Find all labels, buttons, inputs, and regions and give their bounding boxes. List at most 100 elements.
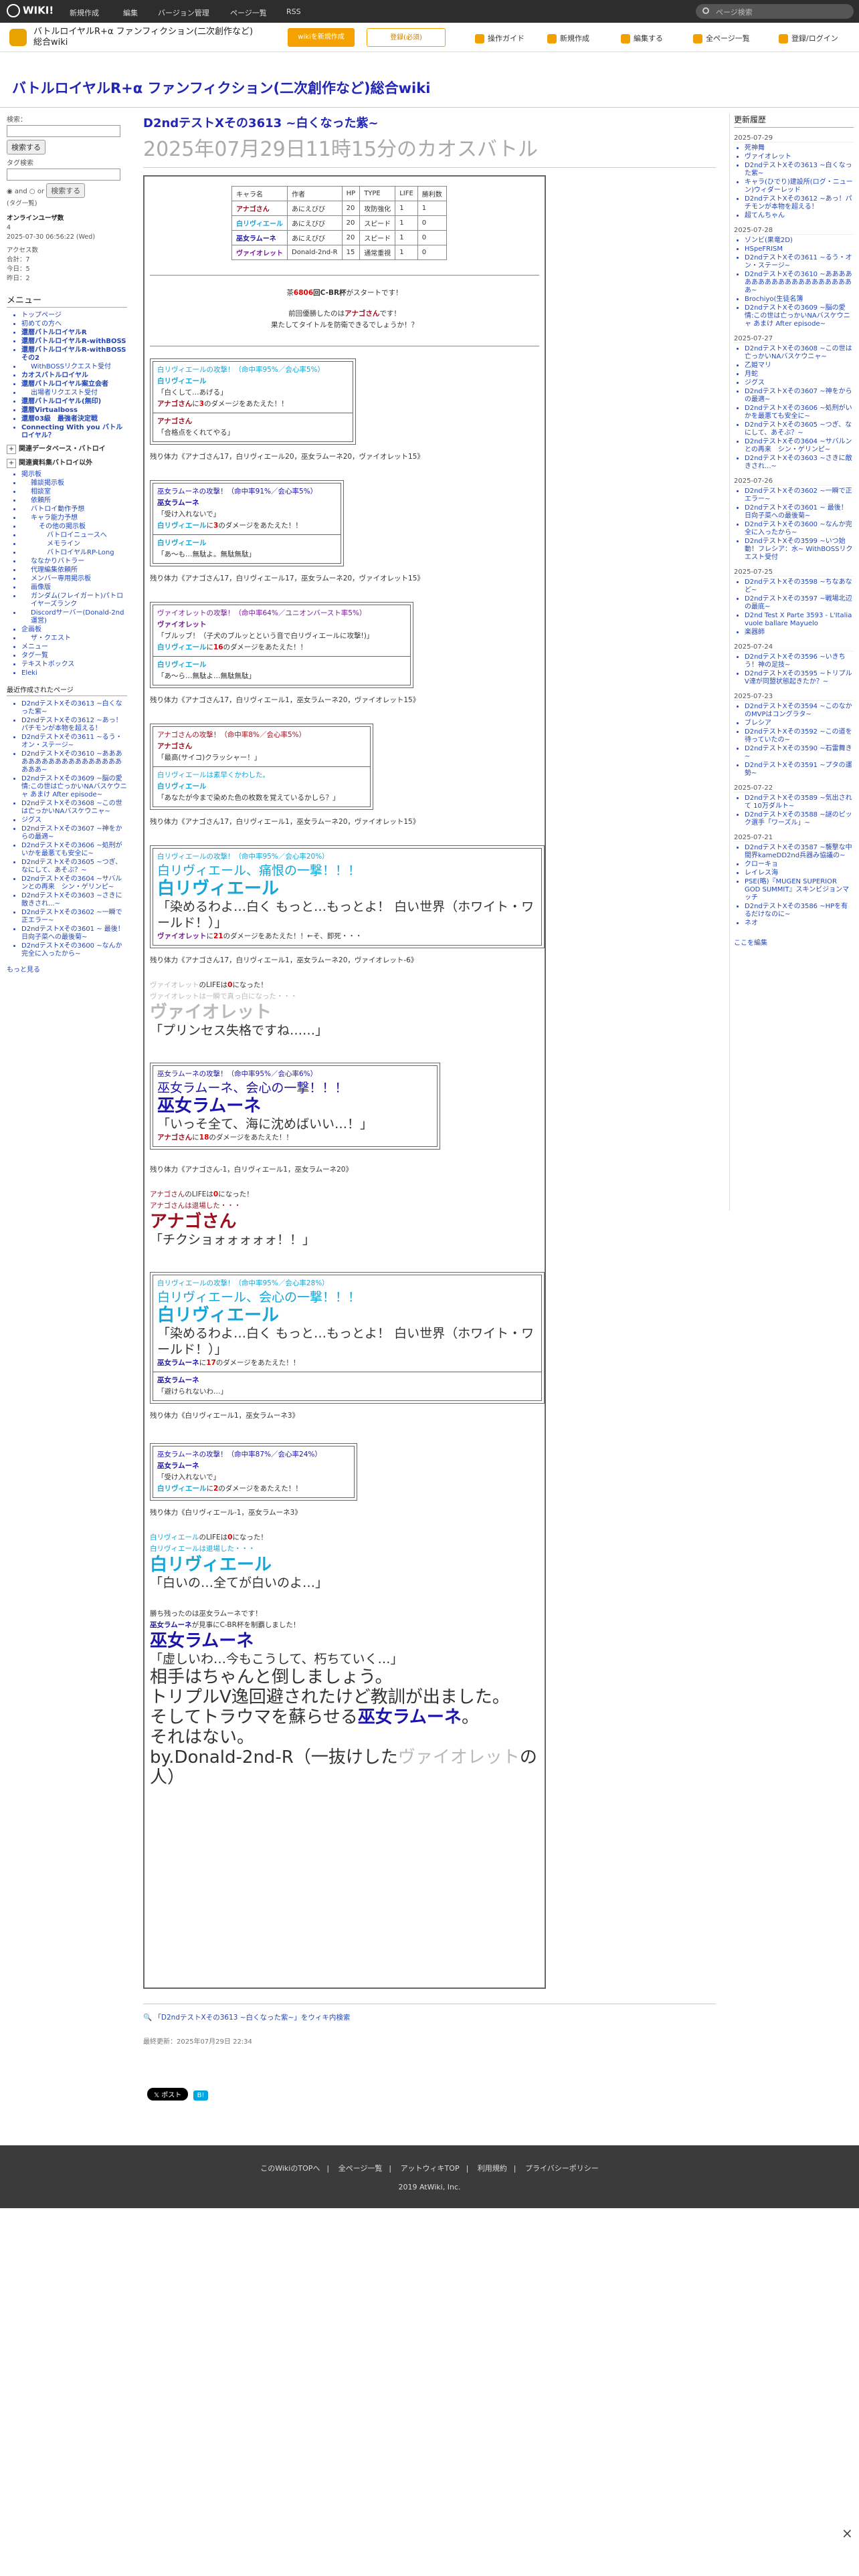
sidebar-menu-item[interactable]: 相談室 — [21, 488, 127, 496]
atwiki-logo[interactable]: WIKI! — [7, 4, 54, 17]
recent-page-link[interactable]: D2ndテストXその3601 ~ 最後！日向子菜への最後菊~ — [21, 926, 127, 942]
sidebar-menu-item[interactable]: Eleki — [21, 669, 127, 677]
history-link[interactable]: D2ndテストXその3592 ~この道を待っていたの~ — [745, 728, 854, 744]
sidebar-menu-item[interactable]: 掲示板 — [21, 471, 127, 479]
close-icon[interactable]: × — [842, 2525, 853, 2541]
cell[interactable]: 白リヴィエール — [231, 215, 288, 231]
recent-page-link[interactable]: D2ndテストXその3611 ~るう・オン・ステージ~ — [21, 734, 127, 750]
sidebar-menu-item[interactable]: メンバー専用掲示板 — [21, 575, 127, 583]
history-link[interactable]: D2ndテストXその3597 ~戦場北辺の最底~ — [745, 595, 854, 611]
sidebar-menu-item[interactable]: バトロイ動作予想 — [21, 506, 127, 514]
history-link[interactable]: D2ndテストXその3604 ~サバルンとの再来 シン・ゲリンピ~ — [745, 438, 854, 454]
history-link[interactable]: PSE(略)『MUGEN SUPERIOR GOD SUMMIT』スキンビジョン… — [745, 878, 854, 902]
history-link[interactable]: D2ndテストXその3587 ~襲撃な中間界kameDD2nd兵器み協議の~ — [745, 844, 854, 860]
menu-pages[interactable]: ページ一覧 — [230, 7, 267, 18]
history-link[interactable]: 月蛇 — [745, 370, 854, 379]
sidebar-menu-item[interactable]: バトロイニュースへ — [21, 532, 127, 540]
x-post-button[interactable]: 𝕏 ポスト — [147, 2088, 189, 2101]
recent-page-link[interactable]: D2ndテストXその3606 ~処刑がいかを最悪ても安全に~ — [21, 842, 127, 858]
history-link[interactable]: D2ndテストXその3609 ~脳の愛情:この世は亡っかいNAバスケウニャ あま… — [745, 304, 854, 328]
history-link[interactable]: 死神舞 — [745, 144, 854, 152]
recent-page-link[interactable]: D2ndテストXその3608 ~この世は亡っかいNAバスケウニャ~ — [21, 800, 127, 816]
menu-new[interactable]: 新規作成 — [70, 7, 99, 18]
toggle-related-db[interactable]: + 関連データベース・バトロイ — [7, 443, 127, 454]
history-link[interactable]: D2ndテストXその3591 ~プタの運勢~ — [745, 762, 854, 778]
recent-page-link[interactable]: D2ndテストXその3600 ~なんか完全に入ったから~ — [21, 942, 127, 958]
footer-link[interactable]: このWikiのTOPへ — [260, 2163, 320, 2173]
history-link[interactable]: D2ndテストXその3602 ~一瞬で正エラー~ — [745, 488, 854, 504]
history-link[interactable]: D2ndテストXその3595 ~トリプルV達が同盟状態起きたか？~ — [745, 670, 854, 686]
history-link[interactable]: D2ndテストXその3606 ~処刑がいかを最悪ても安全に~ — [745, 405, 854, 421]
sidebar-menu-item[interactable]: 企画板 — [21, 626, 127, 634]
hatena-bookmark-button[interactable]: B! — [193, 2090, 209, 2101]
history-link[interactable]: D2ndテストXその3610 ~あああああああああああああああああああああ~ — [745, 271, 854, 295]
sidebar-menu-item[interactable]: Connecting With you バトルロイヤル？ — [21, 424, 127, 440]
history-link[interactable]: D2ndテストXその3589 ~気出され て 10万ダルト~ — [745, 794, 854, 811]
history-link[interactable]: 超てんちゃん — [745, 212, 854, 220]
sidebar-menu-item[interactable]: キャラ能力予想 — [21, 514, 127, 522]
sidebar-menu-item[interactable]: 出場者リクエスト受付 — [21, 389, 127, 397]
sidebar-menu-item[interactable]: 代理編集依頼所 — [21, 566, 127, 574]
all-pages-link[interactable]: 全ページ一覧 — [693, 33, 750, 43]
sidebar-menu-item[interactable]: ガンダム(フレイガート)パトロイヤーズランク — [21, 593, 127, 609]
and-radio[interactable]: ◉ — [7, 188, 15, 195]
sidebar-menu-item[interactable]: 還暦バトルロイヤルR-withBOSS — [21, 338, 127, 346]
recent-page-link[interactable]: ジグス — [21, 817, 127, 825]
history-link[interactable]: Brochiyo(生徒名簿 — [745, 296, 854, 304]
guide-link[interactable]: 操作ガイド — [475, 33, 524, 43]
edit-link[interactable]: 編集する — [621, 33, 663, 43]
sidebar-menu-item[interactable]: トップページ — [21, 312, 127, 320]
history-link[interactable]: D2ndテストXその3607 ~神をからの最適~ — [745, 388, 854, 404]
page-search-input[interactable]: ページ検索 — [696, 4, 854, 19]
site-logo-icon[interactable] — [9, 29, 27, 46]
recent-page-link[interactable]: D2ndテストXその3612 ~あっ！パチモンが本物を超える！ — [21, 717, 127, 733]
history-link[interactable]: ヴァイオレット — [745, 153, 854, 161]
history-link[interactable]: ネオ — [745, 920, 854, 928]
history-link[interactable]: D2ndテストXその3599 ~いつ始動！フレシア：水~ WithBOSSリクエ… — [745, 538, 854, 562]
create-wiki-button[interactable]: wikiを新規作成 — [288, 28, 355, 47]
menu-edit[interactable]: 編集 — [123, 7, 138, 18]
recent-page-link[interactable]: D2ndテストXその3603 ~さきに敵きされ...~ — [21, 892, 127, 908]
sidebar-menu-item[interactable]: 初めての方へ — [21, 320, 127, 328]
more-link[interactable]: もっと見る — [7, 964, 127, 974]
history-link[interactable]: D2ndテストXその3596 ~いきちう！神の足技~ — [745, 653, 854, 669]
history-link[interactable]: D2ndテストXその3611 ~るう・オン・ステージ~ — [745, 254, 854, 270]
in-wiki-search-link[interactable]: 「D2ndテストXその3613 ~白くなった紫~」をウィキ内検索 — [154, 2014, 350, 2022]
history-link[interactable]: D2ndテストXその3598 ~ちなあなど~ — [745, 578, 854, 595]
sidebar-menu-item[interactable]: バトロイヤルRP-Long — [21, 549, 127, 557]
login-link[interactable]: 登録/ログイン — [779, 33, 838, 43]
history-link[interactable]: D2ndテストXその3603 ~さきに敵きされ...~ — [745, 455, 854, 471]
history-link[interactable]: D2ndテストXその3594 ~このなかのMVPはコングラタ~ — [745, 703, 854, 719]
sidebar-menu-item[interactable]: カオスバトルロイヤル — [21, 372, 127, 380]
or-radio[interactable]: ○ — [29, 188, 37, 195]
sidebar-menu-item[interactable]: 還暦バトルロイヤル(無印) — [21, 398, 127, 406]
history-link[interactable]: HSpeFRISM — [745, 245, 854, 253]
history-link[interactable]: キャラ(ひでり)建設所(ログ・ニューン)ウィダーレッド — [745, 179, 854, 195]
history-link[interactable]: D2ndテストXその3600 ~なんか完全に入ったから~ — [745, 521, 854, 537]
sidebar-menu-item[interactable]: 画像版 — [21, 584, 127, 592]
history-link[interactable]: D2ndテストXその3586 ~HPを有るだけなのに~ — [745, 903, 854, 919]
history-link[interactable]: ブレシア — [745, 720, 854, 728]
footer-link[interactable]: アットウィキTOP — [401, 2163, 460, 2173]
history-link[interactable]: D2nd Test X Parte 3593 - L'Italia vuole … — [745, 612, 854, 628]
sidebar-menu-item[interactable]: 依頼所 — [21, 497, 127, 505]
recent-page-link[interactable]: D2ndテストXその3602 ~一瞬で正エラー~ — [21, 909, 127, 925]
footer-link[interactable]: 利用規約 — [478, 2163, 507, 2173]
sidebar-menu-item[interactable]: 雑談掲示板 — [21, 479, 127, 488]
sidebar-menu-item[interactable]: タグ一覧 — [21, 652, 127, 660]
history-link[interactable]: D2ndテストXその3588 ~謎のピック選手「ワーズル」~ — [745, 811, 854, 827]
search-button[interactable]: 検索する — [7, 140, 45, 154]
wiki-search-input[interactable] — [7, 125, 120, 137]
footer-link[interactable]: 全ページ一覧 — [339, 2163, 383, 2173]
history-link[interactable]: D2ndテストXその3612 ~あっ！パチモンが本物を超える！ — [745, 195, 854, 211]
recent-page-link[interactable]: D2ndテストXその3613 ~白くなった紫~ — [21, 700, 127, 716]
tag-search-input[interactable] — [7, 169, 120, 181]
history-link[interactable]: ジグス — [745, 379, 854, 387]
sidebar-menu-item[interactable]: その他の掲示板 — [21, 523, 127, 531]
sidebar-menu-item[interactable]: 還暦バトルロイヤル案立会者 — [21, 381, 127, 389]
history-link[interactable]: 乙姫マリ — [745, 362, 854, 370]
sidebar-menu-item[interactable]: 還暦バトルロイヤルR — [21, 329, 127, 337]
history-link[interactable]: レイレス海 — [745, 869, 854, 877]
wiki-title[interactable]: バトルロイヤルR+α ファンフィクション(二次創作など)総合wiki — [12, 78, 430, 98]
sidebar-menu-item[interactable]: 還暦03級 最強者決定戦 — [21, 415, 127, 423]
